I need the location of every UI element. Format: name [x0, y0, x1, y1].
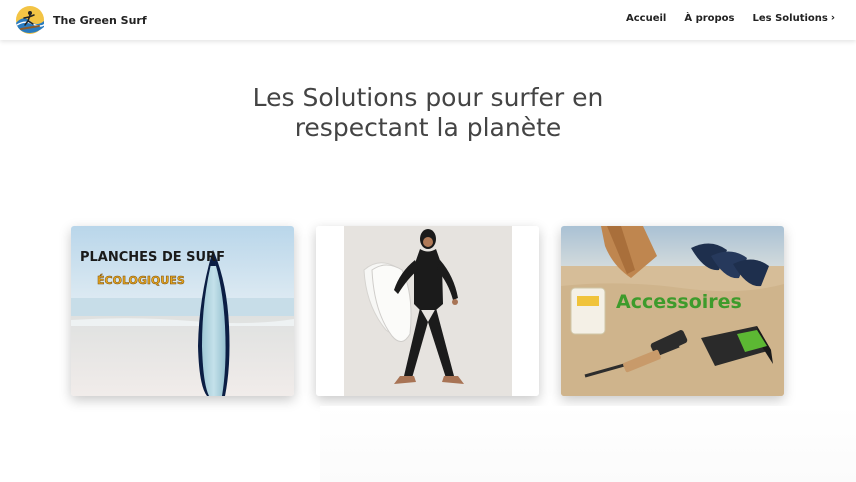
page-title: Les Solutions pour surfer en respectant …: [178, 83, 678, 143]
nav-item-accueil[interactable]: Accueil: [626, 13, 666, 24]
main-nav: Accueil À propos Les Solutions ›: [608, 0, 835, 36]
page-title-line-1: Les Solutions pour surfer en: [252, 83, 604, 112]
card-combinaisons[interactable]: [316, 226, 539, 396]
surfboard-beach-image: PLANCHES DE SURF ÉCOLOGIQUES: [71, 226, 294, 396]
nav-item-a-propos[interactable]: À propos: [684, 13, 734, 24]
card-accessoires[interactable]: Accessoires: [561, 226, 784, 396]
page-title-line-2: respectant la planète: [294, 113, 562, 142]
nav-item-les-solutions[interactable]: Les Solutions ›: [752, 12, 835, 24]
home-logo-link[interactable]: The Green Surf: [13, 5, 147, 35]
wetsuit-surfer-image: [316, 226, 539, 396]
surfer-logo-icon: [13, 5, 47, 35]
site-header: The Green Surf Accueil À propos Les Solu…: [0, 0, 856, 40]
nav-item-les-solutions-label: Les Solutions: [752, 12, 828, 24]
card-planches-de-surf[interactable]: PLANCHES DE SURF ÉCOLOGIQUES: [71, 226, 294, 396]
background-fade: [320, 406, 856, 482]
card-1-title-line-2: ÉCOLOGIQUES: [97, 274, 185, 287]
card-3-title: Accessoires: [616, 291, 742, 313]
chevron-right-icon: ›: [830, 12, 835, 23]
site-title: The Green Surf: [53, 13, 147, 27]
card-1-title-line-1: PLANCHES DE SURF: [80, 250, 225, 265]
accessories-image: Accessoires: [561, 226, 784, 396]
